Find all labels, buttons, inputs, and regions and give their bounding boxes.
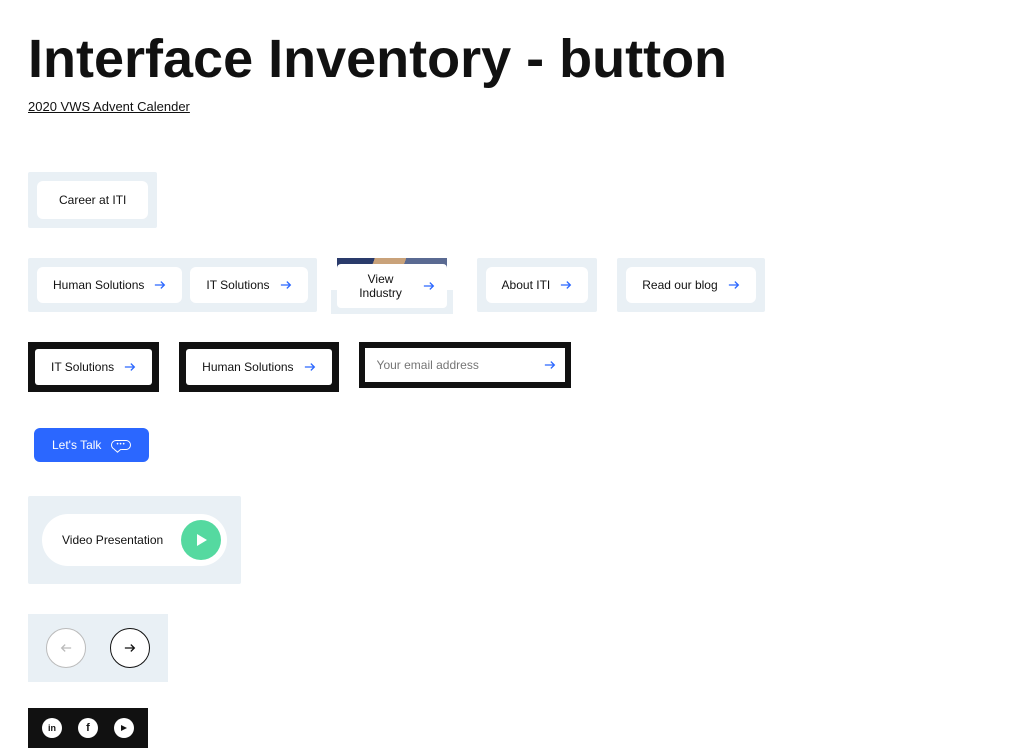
nav-prev-button[interactable] [46, 628, 86, 668]
human-solutions-dark-label: Human Solutions [202, 360, 293, 374]
arrow-right-icon [304, 362, 316, 372]
linkedin-icon[interactable]: in [42, 718, 62, 738]
arrow-left-icon [60, 643, 72, 653]
arrow-right-icon [124, 362, 136, 372]
video-presentation-label: Video Presentation [62, 533, 163, 547]
human-solutions-dark-button[interactable]: Human Solutions [186, 349, 331, 385]
email-submit-button[interactable] [535, 348, 565, 382]
about-label: About ITI [502, 278, 551, 292]
panel-about: About ITI [477, 258, 598, 312]
arrow-right-icon [560, 280, 572, 290]
about-button[interactable]: About ITI [486, 267, 589, 303]
youtube-icon[interactable] [114, 718, 134, 738]
panel-blog: Read our blog [617, 258, 764, 312]
panel-human-it: Human Solutions IT Solutions [28, 258, 317, 312]
lets-talk-button[interactable]: Let's Talk ••• [34, 428, 149, 462]
it-solutions-dark-button[interactable]: IT Solutions [35, 349, 152, 385]
black-frame-human: Human Solutions [179, 342, 338, 392]
arrow-right-icon [423, 281, 435, 291]
arrow-right-icon [154, 280, 166, 290]
arrow-right-icon [280, 280, 292, 290]
human-solutions-label: Human Solutions [53, 278, 144, 292]
it-solutions-label: IT Solutions [206, 278, 269, 292]
subtitle-link[interactable]: 2020 VWS Advent Calender [28, 99, 190, 114]
play-button[interactable] [181, 520, 221, 560]
arrow-right-icon [728, 280, 740, 290]
career-button[interactable]: Career at ITI [37, 181, 148, 219]
lets-talk-label: Let's Talk [52, 438, 101, 452]
chat-bubble-icon: ••• [111, 440, 130, 450]
career-label: Career at ITI [59, 193, 126, 207]
page-title: Interface Inventory - button [28, 28, 996, 90]
social-bar: in f [28, 708, 148, 748]
play-icon [196, 533, 208, 547]
facebook-icon[interactable]: f [78, 718, 98, 738]
arrow-right-icon [124, 643, 136, 653]
email-input[interactable] [365, 348, 535, 382]
it-solutions-button[interactable]: IT Solutions [190, 267, 307, 303]
it-solutions-dark-label: IT Solutions [51, 360, 114, 374]
industry-image-strip: View Industry [337, 258, 447, 302]
black-frame-email [359, 342, 571, 388]
blog-label: Read our blog [642, 278, 717, 292]
panel-nav-arrows [28, 614, 168, 682]
view-industry-label: View Industry [349, 272, 413, 300]
view-industry-button[interactable]: View Industry [337, 264, 447, 308]
panel-video: Video Presentation [28, 496, 241, 584]
nav-next-button[interactable] [110, 628, 150, 668]
black-frame-it: IT Solutions [28, 342, 159, 392]
panel-career: Career at ITI [28, 172, 157, 228]
blog-button[interactable]: Read our blog [626, 267, 755, 303]
arrow-right-icon [544, 358, 556, 373]
human-solutions-button[interactable]: Human Solutions [37, 267, 182, 303]
video-presentation-pill: Video Presentation [42, 514, 227, 566]
